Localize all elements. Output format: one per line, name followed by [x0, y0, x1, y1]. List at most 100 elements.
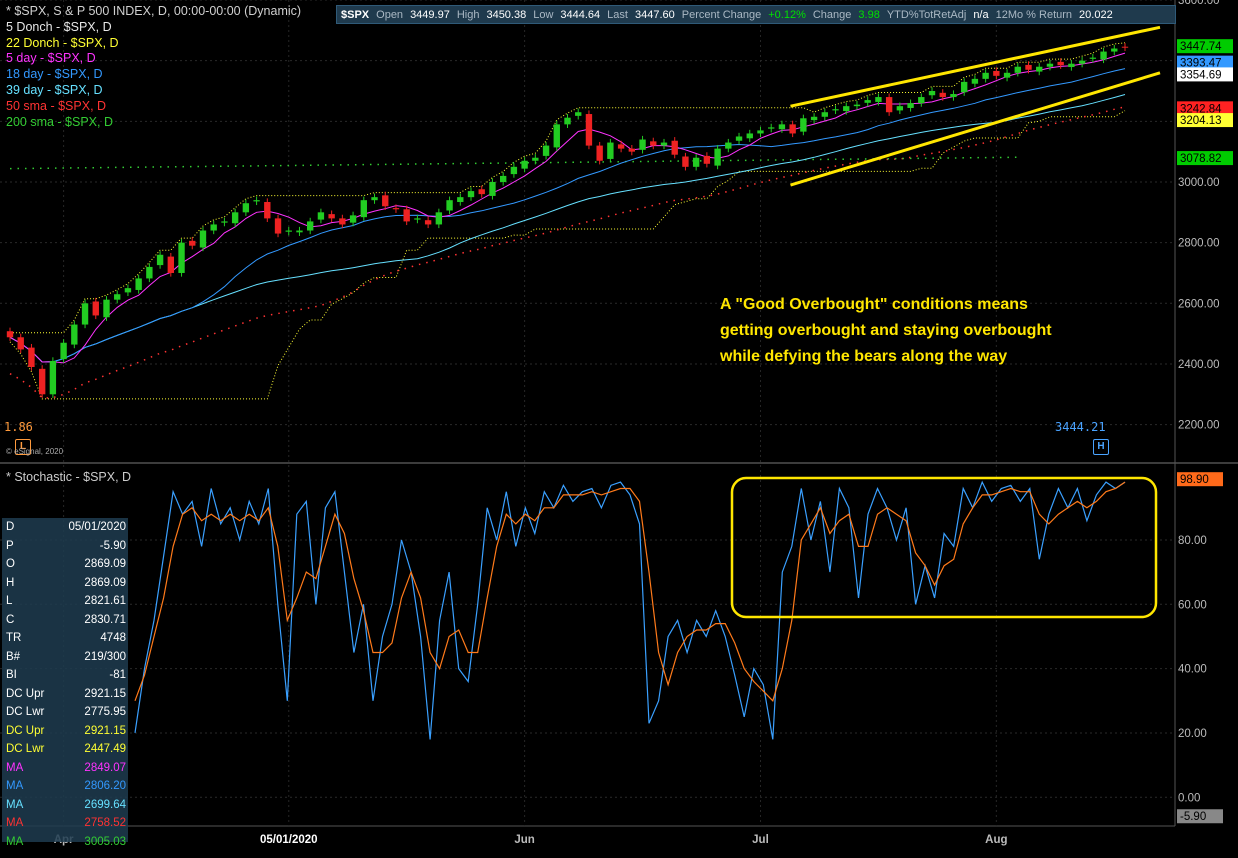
databox-row: MA 2758.52: [2, 814, 128, 833]
candle-body: [489, 181, 496, 196]
candle-body: [821, 112, 828, 117]
candle-body: [146, 266, 153, 279]
candle-body: [971, 78, 979, 84]
price-min-label: 1.86: [4, 420, 33, 434]
databox-value: 219/300: [84, 650, 126, 663]
candle-body: [17, 337, 24, 350]
legend-entry-1[interactable]: 5 Donch - $SPX, D: [6, 20, 301, 36]
databox-value: 2869.09: [84, 558, 126, 570]
price-tick-label: 2400.00: [1178, 359, 1220, 371]
month-label: 05/01/2020: [260, 834, 318, 846]
candle-body: [939, 92, 946, 98]
databox-row: L 2821.61: [2, 592, 128, 611]
quote-open-label: Open: [376, 8, 404, 21]
databox-value: 2869.09: [84, 576, 126, 589]
candle-body: [435, 212, 443, 225]
legend-entry-0[interactable]: * $SPX, S & P 500 INDEX, D, 00:00-00:00 …: [6, 4, 301, 20]
candle-body: [81, 303, 89, 325]
candle-body: [950, 94, 957, 98]
legend-entry-3[interactable]: 5 day - $SPX, D: [6, 51, 301, 67]
quote-pct-label: Percent Change: [681, 8, 762, 21]
candle-body: [703, 155, 711, 164]
legend-entry-5[interactable]: 39 day - $SPX, D: [6, 83, 301, 99]
candle-body: [564, 117, 571, 125]
candle-body: [853, 104, 861, 107]
databox-key: L: [6, 595, 13, 607]
databox-row: P -5.90: [2, 537, 128, 556]
price-tick-label: 3600.00: [1178, 0, 1220, 7]
candle-body: [1014, 66, 1021, 73]
stoch-tick-label: 40.00: [1178, 664, 1207, 676]
candle-body: [575, 112, 582, 116]
candle-body: [71, 324, 78, 345]
candle-body: [907, 103, 914, 108]
candle-body: [382, 195, 389, 207]
databox-key: MA: [6, 835, 24, 848]
candle-body: [650, 141, 657, 146]
candle-body: [510, 166, 518, 175]
databox-row: DC Upr 2921.15: [2, 722, 128, 741]
high-marker-icon[interactable]: H: [1093, 439, 1109, 455]
trend-channel-lower: [790, 71, 1161, 187]
candle-body: [993, 70, 1000, 76]
candle-body: [692, 157, 700, 167]
data-window: D 05/01/2020 P -5.90 O 2869.09 H 2869.09 L 28…: [2, 518, 128, 848]
databox-row: H 2869.09: [2, 574, 128, 593]
candle-body: [639, 139, 646, 150]
stochastic-title[interactable]: * Stochastic - $SPX, D: [6, 470, 131, 484]
quote-pct: +0.12%: [768, 8, 806, 21]
candle-body: [1089, 57, 1097, 59]
price-value-label: 3078.82: [1180, 153, 1222, 165]
candle-body: [92, 301, 99, 316]
candle-body: [253, 200, 260, 202]
databox-row: MA 2699.64: [2, 796, 128, 815]
quote-low-label: Low: [533, 8, 554, 21]
candle-body: [768, 127, 775, 129]
databox-value: 2806.20: [84, 780, 126, 792]
databox-row: MA 2806.20: [2, 777, 128, 796]
candle-body: [778, 124, 786, 130]
quote-high: 3450.38: [486, 8, 527, 21]
quote-symbol[interactable]: $SPX: [341, 9, 369, 21]
candle-body: [371, 197, 378, 201]
databox-row: MA 3005.03: [2, 833, 128, 852]
candle-body: [628, 148, 636, 152]
databox-row: DC Upr 2921.15: [2, 685, 128, 704]
month-label: Jun: [514, 834, 534, 846]
databox-key: D: [6, 521, 15, 533]
candle-body: [6, 331, 14, 338]
quote-bar: $SPX Open 3449.97 High 3450.38 Low 3444.…: [336, 5, 1176, 24]
quote-low: 3444.64: [560, 8, 601, 21]
databox-row: MA 2849.07: [2, 759, 128, 778]
trend-channel-upper: [790, 25, 1161, 108]
databox-key: DC Upr: [6, 724, 45, 737]
chart-annotation: A "Good Overbought" conditions means get…: [720, 292, 1140, 370]
databox-row: C 2830.71: [2, 611, 128, 630]
quote-chg-label: Change: [812, 8, 852, 21]
candle-body: [1036, 66, 1043, 72]
candle-body: [124, 288, 132, 293]
legend-entry-6[interactable]: 50 sma - $SPX, D: [6, 99, 301, 115]
databox-value: 4748: [100, 632, 126, 644]
candle-body: [360, 200, 367, 218]
candle-body: [671, 140, 678, 155]
candle-body: [339, 218, 346, 225]
candle-body: [1025, 64, 1032, 70]
legend-entry-7[interactable]: 200 sma - $SPX, D: [6, 115, 301, 131]
candle-body: [1100, 51, 1107, 60]
candle-body: [735, 136, 743, 141]
candle-body: [660, 142, 668, 146]
databox-key: B#: [6, 650, 21, 663]
candle-body: [167, 256, 175, 273]
databox-key: MA: [6, 798, 24, 811]
candle-body: [617, 144, 625, 149]
databox-key: DC Lwr: [6, 706, 45, 718]
legend-entry-2[interactable]: 22 Donch - $SPX, D: [6, 36, 301, 52]
databox-key: BI: [6, 669, 17, 681]
legend-entry-4[interactable]: 18 day - $SPX, D: [6, 67, 301, 83]
quote-open: 3449.97: [410, 8, 450, 21]
quote-ytd-label: YTD%TotRetAdj: [886, 8, 967, 21]
candle-body: [296, 230, 303, 233]
databox-key: DC Lwr: [6, 743, 45, 755]
candle-body: [307, 221, 314, 231]
